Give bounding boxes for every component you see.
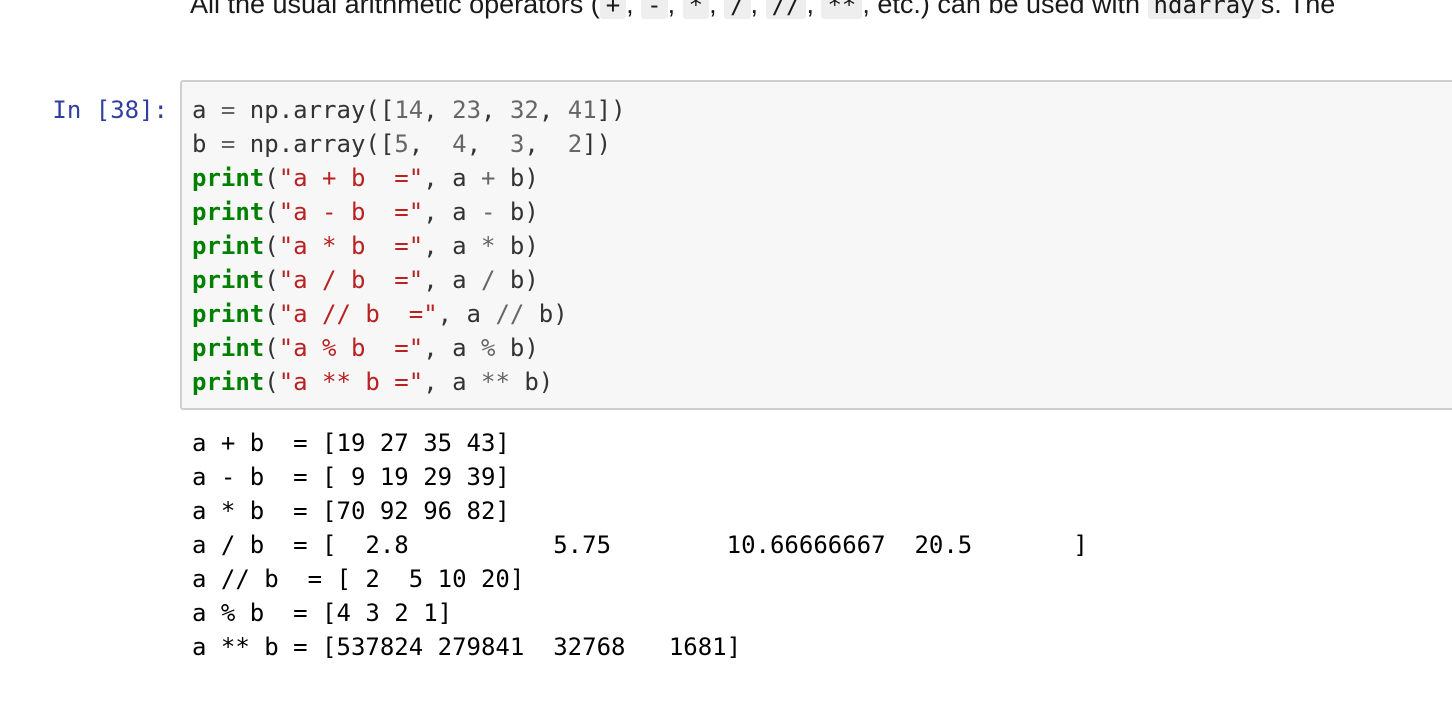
operator-code-power: ** <box>821 0 863 19</box>
code-token: = <box>220 96 236 124</box>
code-token: ( <box>264 232 279 260</box>
code-token: * <box>481 232 496 260</box>
code-token: b) <box>495 266 539 294</box>
code-token: b) <box>524 300 568 328</box>
code-token: , a <box>423 334 481 362</box>
code-token: , a <box>423 164 481 192</box>
code-token: ( <box>264 368 279 396</box>
code-line: a = np.array([14, 23, 32, 41]) <box>192 93 626 127</box>
code-token: 23 <box>452 96 482 124</box>
code-line: print("a - b =", a - b) <box>192 195 626 229</box>
code-token: "a / b =" <box>278 266 424 294</box>
code-token: b) <box>495 232 539 260</box>
code-token: 4 <box>452 130 467 158</box>
code-token: - <box>481 198 496 226</box>
code-token: / <box>481 266 496 294</box>
ndarray-code: ndarray <box>1147 0 1261 19</box>
code-token: , a <box>423 198 481 226</box>
code-token: "a // b =" <box>278 300 438 328</box>
operator-code-minus: - <box>641 0 668 19</box>
code-token: 2 <box>567 130 583 158</box>
code-line: print("a // b =", a // b) <box>192 297 626 331</box>
code-token: , <box>408 130 453 158</box>
cell-output: a + b = [19 27 35 43] a - b = [ 9 19 29 3… <box>192 426 1088 664</box>
code-token: ]) <box>582 130 612 158</box>
code-token: b <box>192 130 221 158</box>
code-token: , <box>466 130 510 158</box>
code-line: print("a % b =", a % b) <box>192 331 626 365</box>
code-token: print <box>192 232 265 260</box>
code-line: print("a ** b =", a ** b) <box>192 365 626 399</box>
code-token: , a <box>423 266 481 294</box>
output-line: a + b = [19 27 35 43] <box>192 429 510 457</box>
code-token: 5 <box>394 130 409 158</box>
code-token: , <box>423 96 453 124</box>
code-token: + <box>481 164 496 192</box>
code-editor[interactable]: a = np.array([14, 23, 32, 41]) b = np.arr… <box>192 93 626 399</box>
output-line: a % b = [4 3 2 1] <box>192 599 453 627</box>
code-token: "a ** b =" <box>278 368 424 396</box>
code-line: print("a * b =", a * b) <box>192 229 626 263</box>
code-token: b) <box>495 334 539 362</box>
code-token: "a + b =" <box>278 164 424 192</box>
code-token: 14 <box>394 96 424 124</box>
code-token: , <box>524 130 568 158</box>
code-token: print <box>192 266 265 294</box>
code-token: , <box>538 96 568 124</box>
code-token: , a <box>423 368 481 396</box>
code-token: b) <box>495 198 539 226</box>
code-token: print <box>192 198 265 226</box>
code-token: a <box>192 96 221 124</box>
operator-code-multiply: * <box>682 0 710 19</box>
operator-code-divide: / <box>724 0 751 19</box>
code-token: "a % b =" <box>278 334 424 362</box>
code-token: ( <box>264 266 279 294</box>
markdown-middle: , etc.) can be used with <box>862 0 1148 19</box>
output-line: a ** b = [537824 279841 32768 1681] <box>192 633 742 661</box>
code-token: b) <box>495 164 539 192</box>
code-token: , a <box>423 232 481 260</box>
code-token: = <box>220 130 236 158</box>
code-token: print <box>192 164 265 192</box>
code-token: // <box>495 300 525 328</box>
code-token: "a - b =" <box>278 198 424 226</box>
code-token: ]) <box>596 96 626 124</box>
output-line: a - b = [ 9 19 29 39] <box>192 463 510 491</box>
code-token: ( <box>264 300 279 328</box>
operator-code-plus: + <box>599 0 627 19</box>
code-token: , <box>481 96 510 124</box>
code-token: 3 <box>509 130 525 158</box>
code-line: b = np.array([5, 4, 3, 2]) <box>192 127 626 161</box>
output-line: a * b = [70 92 96 82] <box>192 497 510 525</box>
code-token: % <box>481 334 496 362</box>
code-token: print <box>192 334 265 362</box>
code-token: print <box>192 368 265 396</box>
markdown-text-line: All the usual arithmetic operators (+, -… <box>190 0 1335 21</box>
cell-prompt: In [38]: <box>52 96 168 124</box>
markdown-prefix: All the usual arithmetic operators ( <box>190 0 600 19</box>
output-line: a / b = [ 2.8 5.75 10.66666667 20.5 ] <box>192 531 1088 559</box>
code-token: "a * b =" <box>278 232 424 260</box>
code-token: 32 <box>509 96 539 124</box>
code-token: 41 <box>567 96 597 124</box>
code-token: np.array([ <box>235 130 395 158</box>
code-line: print("a + b =", a + b) <box>192 161 626 195</box>
code-token: , a <box>437 300 496 328</box>
code-line: print("a / b =", a / b) <box>192 263 626 297</box>
markdown-suffix: s. The <box>1260 0 1336 19</box>
code-token: b) <box>509 368 554 396</box>
operator-code-floordiv: // <box>765 0 807 19</box>
code-token: ( <box>264 334 279 362</box>
output-line: a // b = [ 2 5 10 20] <box>192 565 525 593</box>
code-token: ( <box>264 164 279 192</box>
code-token: ** <box>481 368 510 396</box>
code-token: print <box>192 300 265 328</box>
code-token: ( <box>264 198 279 226</box>
code-token: np.array([ <box>235 96 395 124</box>
